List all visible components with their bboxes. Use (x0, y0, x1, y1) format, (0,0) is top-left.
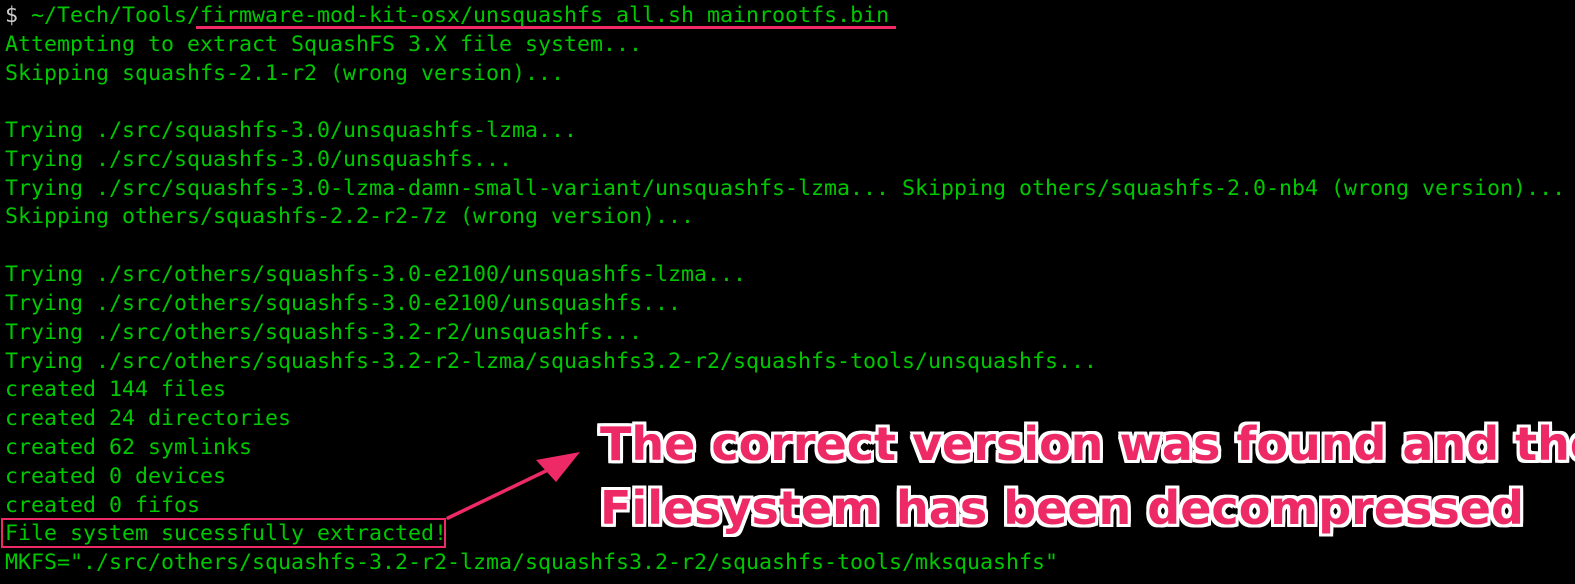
prompt-symbol: $ (5, 3, 19, 28)
output-line: Trying ./src/others/squashfs-3.2-r2/unsq… (5, 320, 643, 345)
output-line: created 62 symlinks (5, 435, 253, 460)
output-line: created 144 files (5, 377, 227, 402)
annotation-callout-line-1: The correct version was found and the (600, 417, 1575, 471)
output-line: created 0 fifos (5, 493, 201, 518)
terminal-window[interactable]: $ ~/Tech/Tools/firmware-mod-kit-osx/unsq… (0, 0, 1575, 584)
output-line: Trying ./src/others/squashfs-3.0-e2100/u… (5, 262, 747, 287)
output-line: Trying ./src/squashfs-3.0/unsquashfs-lzm… (5, 118, 578, 143)
annotation-callout-line-2: Filesystem has been decompressed (600, 481, 1524, 535)
output-line: Trying ./src/others/squashfs-3.2-r2-lzma… (5, 349, 1098, 374)
command-text: ~/Tech/Tools/firmware-mod-kit-osx/unsqua… (31, 3, 890, 28)
output-line: Trying ./src/squashfs-3.0/unsquashfs... (5, 147, 513, 172)
output-line: created 24 directories (5, 406, 292, 431)
output-line: MKFS="./src/others/squashfs-3.2-r2-lzma/… (5, 550, 1059, 575)
output-line: created 0 devices (5, 464, 227, 489)
command-highlight-underline (196, 26, 896, 29)
output-line: Attempting to extract SquashFS 3.X file … (5, 32, 643, 57)
success-highlight-box (1, 518, 446, 548)
output-line: Skipping others/squashfs-2.2-r2-7z (wron… (5, 204, 695, 229)
output-line: Skipping squashfs-2.1-r2 (wrong version)… (5, 61, 565, 86)
output-line: Trying ./src/others/squashfs-3.0-e2100/u… (5, 291, 682, 316)
output-line: Trying ./src/squashfs-3.0-lzma-damn-smal… (5, 176, 1566, 201)
